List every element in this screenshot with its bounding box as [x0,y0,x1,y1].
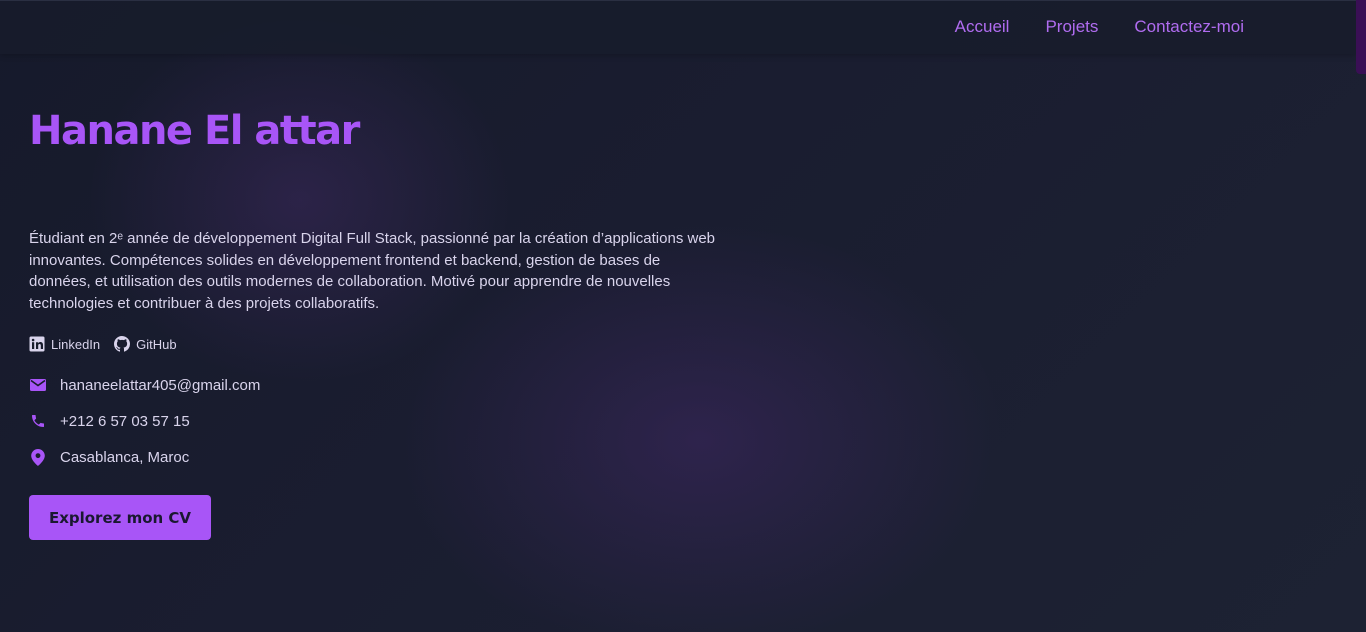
hero-name: Hanane El attar [29,108,360,154]
github-icon [114,336,131,352]
nav-link-projets[interactable]: Projets [1045,17,1098,37]
nav-link-contact[interactable]: Contactez-moi [1134,17,1244,37]
github-link[interactable]: GitHub [114,336,177,352]
github-label: GitHub [136,336,177,352]
email-text: hananeelattar405@gmail.com [60,376,261,394]
linkedin-link[interactable]: LinkedIn [29,336,100,352]
linkedin-label: LinkedIn [51,336,101,352]
navbar: Accueil Projets Contactez-moi [0,0,1356,54]
envelope-icon [29,379,46,391]
phone-icon [29,413,46,429]
nav-link-accueil[interactable]: Accueil [955,17,1010,37]
scrollbar-thumb[interactable] [1356,0,1366,74]
location-pin-icon [29,448,46,466]
explore-cv-button[interactable]: Explorez mon CV [29,495,211,540]
linkedin-icon [29,336,45,352]
nav-links: Accueil Projets Contactez-moi [955,17,1244,37]
hero-section: Hanane El attar Étudiant en 2ᵉ année de … [29,108,729,540]
contact-phone[interactable]: +212 6 57 03 57 15 [29,411,260,431]
location-text: Casablanca, Maroc [60,448,190,466]
contact-location: Casablanca, Maroc [29,447,260,467]
phone-text: +212 6 57 03 57 15 [60,412,190,430]
hero-description: Étudiant en 2ᵉ année de développement Di… [29,230,716,312]
contact-list: hananeelattar405@gmail.com +212 6 57 03 … [29,375,260,467]
contact-email[interactable]: hananeelattar405@gmail.com [29,375,260,395]
social-links: LinkedIn GitHub [29,336,177,352]
